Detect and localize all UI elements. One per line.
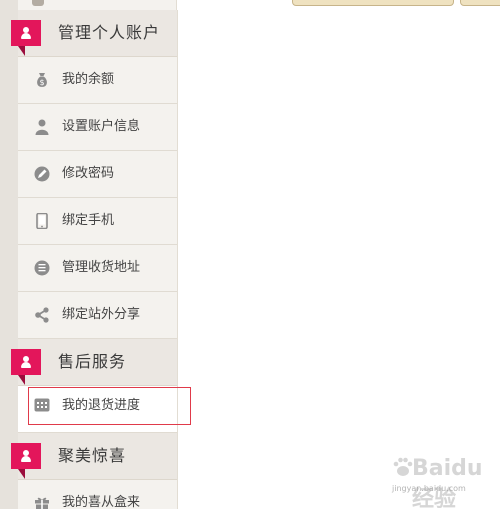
page: 管理个人账户 $ 我的余额 设置账户信息 修改密码 绑定手机 管理收货地址 绑定…: [0, 0, 500, 509]
gift-icon: [35, 497, 49, 509]
section-header-account: 管理个人账户: [11, 10, 177, 57]
account-side-menu: 管理个人账户 $ 我的余额 设置账户信息 修改密码 绑定手机 管理收货地址 绑定…: [11, 10, 191, 509]
section-title: 售后服务: [58, 352, 127, 371]
baidu-watermark: Baidu经验 jingyan.baidu.com: [392, 452, 496, 509]
side-strip: [0, 0, 18, 509]
grid-calendar-icon: [34, 398, 50, 412]
paw-icon: [393, 457, 413, 476]
menu-item-label: 我的退货进度: [62, 398, 141, 413]
share-icon: [35, 307, 49, 323]
top-tab-partial-2[interactable]: [460, 0, 500, 6]
menu-item-return-progress[interactable]: 我的退货进度: [18, 386, 191, 433]
watermark-url: jingyan.baidu.com: [392, 484, 466, 493]
user-badge-icon: [11, 443, 41, 479]
menu-item-label: 管理收货地址: [62, 260, 141, 275]
menu-item-share-binding[interactable]: 绑定站外分享: [18, 292, 177, 339]
menu-item-balance[interactable]: $ 我的余额: [18, 57, 177, 104]
menu-item-label: 设置账户信息: [62, 119, 141, 134]
top-tab-partial[interactable]: [292, 0, 454, 6]
menu-item-label: 绑定手机: [62, 213, 115, 228]
user-badge-icon: [11, 349, 41, 385]
menu-item-change-password[interactable]: 修改密码: [18, 151, 177, 198]
menu-item-account-info[interactable]: 设置账户信息: [18, 104, 177, 151]
section-title: 管理个人账户: [58, 23, 161, 42]
menu-item-label: 修改密码: [62, 166, 115, 181]
user-icon: [35, 119, 49, 135]
svg-text:$: $: [39, 78, 44, 87]
section-title: 聚美惊喜: [58, 446, 127, 465]
address-book-icon: [34, 260, 50, 276]
money-bag-icon: $: [37, 73, 47, 87]
menu-item-gift-box[interactable]: 我的喜从盒来: [18, 480, 177, 509]
menu-item-label: 我的喜从盒来: [62, 495, 141, 509]
pencil-circle-icon: [34, 166, 50, 182]
watermark-text: Baidu经验: [412, 456, 483, 509]
section-header-surprise: 聚美惊喜: [11, 433, 177, 480]
menu-item-label: 我的余额: [62, 72, 115, 87]
menu-item-address[interactable]: 管理收货地址: [18, 245, 177, 292]
menu-item-label: 绑定站外分享: [62, 307, 141, 322]
partial-icon: [32, 0, 44, 6]
section-header-after-sales: 售后服务: [11, 339, 177, 386]
user-badge-icon: [11, 20, 41, 56]
menu-item-bind-phone[interactable]: 绑定手机: [18, 198, 177, 245]
phone-icon: [36, 213, 48, 229]
